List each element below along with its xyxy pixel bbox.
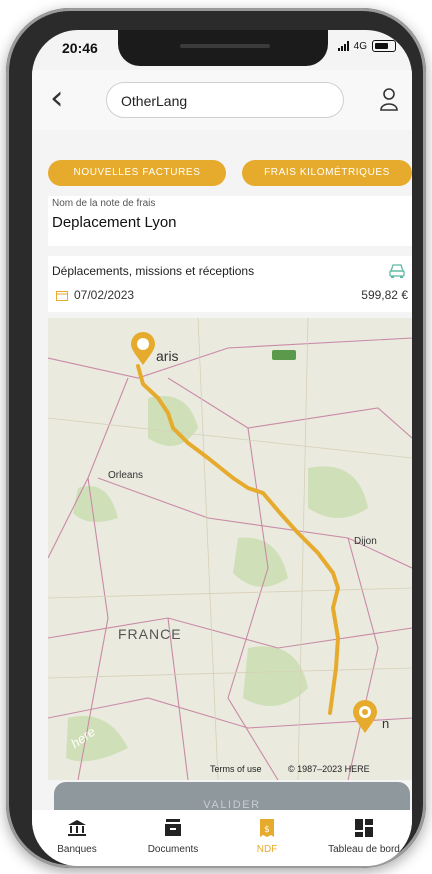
network-type: 4G	[353, 40, 367, 52]
svg-text:$: $	[264, 825, 270, 835]
tab-banques[interactable]: Banques	[32, 810, 122, 866]
device-notch	[118, 30, 328, 66]
dashboard-icon	[355, 819, 373, 837]
mileage-costs-button[interactable]: FRAIS KILOMÉTRIQUES	[242, 160, 412, 186]
tab-dashboard[interactable]: Tableau de bord	[316, 810, 412, 866]
terms-of-use-link[interactable]: Terms of use	[210, 764, 262, 774]
map-label-france: FRANCE	[118, 626, 182, 642]
map-label-lyon: n	[382, 716, 390, 731]
tab-label-dashboard: Tableau de bord	[328, 844, 400, 855]
car-icon	[389, 264, 405, 278]
map-label-orleans: Orleans	[108, 470, 144, 481]
map-copyright: © 1987–2023 HERE	[288, 764, 370, 774]
map-label-dijon: Dijon	[354, 536, 377, 547]
company-selector[interactable]: OtherLang	[106, 82, 344, 118]
expense-date: 07/02/2023	[74, 288, 135, 302]
tab-ndf[interactable]: $ NDF	[222, 810, 312, 866]
end-pin-icon	[353, 700, 377, 733]
receipt-icon: $	[260, 819, 274, 837]
tab-documents[interactable]: Documents	[128, 810, 218, 866]
tab-label-banques: Banques	[57, 844, 97, 855]
tab-label-documents: Documents	[147, 844, 199, 855]
start-pin-icon	[131, 332, 155, 365]
note-name-field[interactable]: Nom de la note de frais Deplacement Lyon	[48, 196, 412, 246]
map-label-paris: aris	[156, 348, 179, 364]
bank-icon	[68, 820, 86, 836]
document-icon	[165, 819, 181, 836]
bottom-tab-bar: Banques Documents $ NDF Tableau de bord	[32, 810, 412, 866]
note-name-value[interactable]: Deplacement Lyon	[52, 214, 177, 231]
status-time: 20:46	[62, 40, 98, 56]
status-indicators: 4G	[337, 40, 396, 52]
expense-amount: 599,82 €	[361, 288, 408, 302]
battery-icon	[372, 40, 396, 52]
expense-card[interactable]: Déplacements, missions et réceptions 07/…	[48, 256, 412, 312]
tab-label-ndf: NDF	[256, 844, 278, 855]
route-map[interactable]: aris Orleans Dijon FRANCE n here Terms o…	[48, 318, 412, 780]
app-screen: 20:46 4G ‹ OtherLang NOUVELLES FACTURES …	[32, 30, 412, 866]
back-button[interactable]: ‹	[50, 80, 80, 116]
signal-icon	[337, 41, 349, 51]
calendar-icon	[56, 291, 68, 301]
note-name-label: Nom de la note de frais	[52, 198, 156, 209]
expense-category: Déplacements, missions et réceptions	[52, 264, 255, 278]
phone-frame: 20:46 4G ‹ OtherLang NOUVELLES FACTURES …	[6, 8, 426, 868]
top-header: ‹ OtherLang	[32, 70, 412, 130]
new-invoices-button[interactable]: NOUVELLES FACTURES	[48, 160, 226, 186]
user-icon[interactable]	[378, 86, 400, 112]
